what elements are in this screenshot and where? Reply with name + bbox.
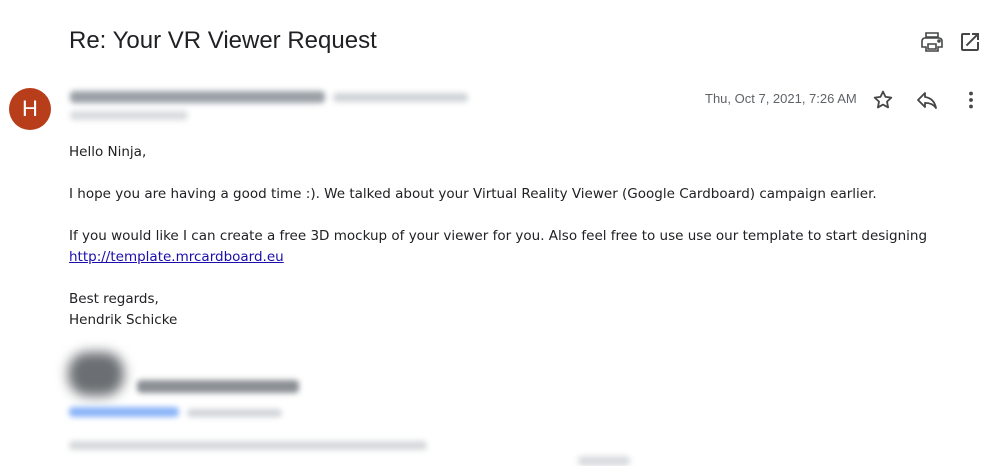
signature-button-redacted [578, 456, 630, 466]
email-body: Hello Ninja, I hope you are having a goo… [69, 142, 927, 331]
signature-subtext-redacted [187, 409, 282, 417]
signature-photo-redacted [68, 352, 124, 396]
sender-avatar[interactable]: H [9, 88, 51, 130]
closing: Best regards, [69, 291, 159, 307]
open-in-new-window-icon[interactable] [958, 30, 982, 54]
email-date: Thu, Oct 7, 2021, 7:26 AM [705, 91, 857, 106]
template-link[interactable]: http://template.mrcardboard.eu [69, 249, 284, 265]
body-paragraph-1: I hope you are having a good time :). We… [69, 186, 877, 202]
star-icon[interactable] [871, 88, 895, 112]
email-subject: Re: Your VR Viewer Request [69, 27, 377, 54]
greeting: Hello Ninja, [69, 144, 147, 160]
reply-icon[interactable] [915, 88, 939, 112]
more-vertical-icon[interactable] [959, 88, 983, 112]
signature-link-redacted [69, 407, 179, 417]
recipient-redacted [70, 111, 188, 120]
print-icon[interactable] [920, 30, 944, 54]
sender-name-redacted [70, 91, 325, 103]
signature-address-redacted [69, 441, 427, 450]
signature-title-redacted [137, 380, 299, 393]
body-paragraph-2: If you would like I can create a free 3D… [69, 228, 928, 244]
sender-email-redacted [333, 93, 468, 102]
signature-name: Hendrik Schicke [69, 312, 178, 328]
